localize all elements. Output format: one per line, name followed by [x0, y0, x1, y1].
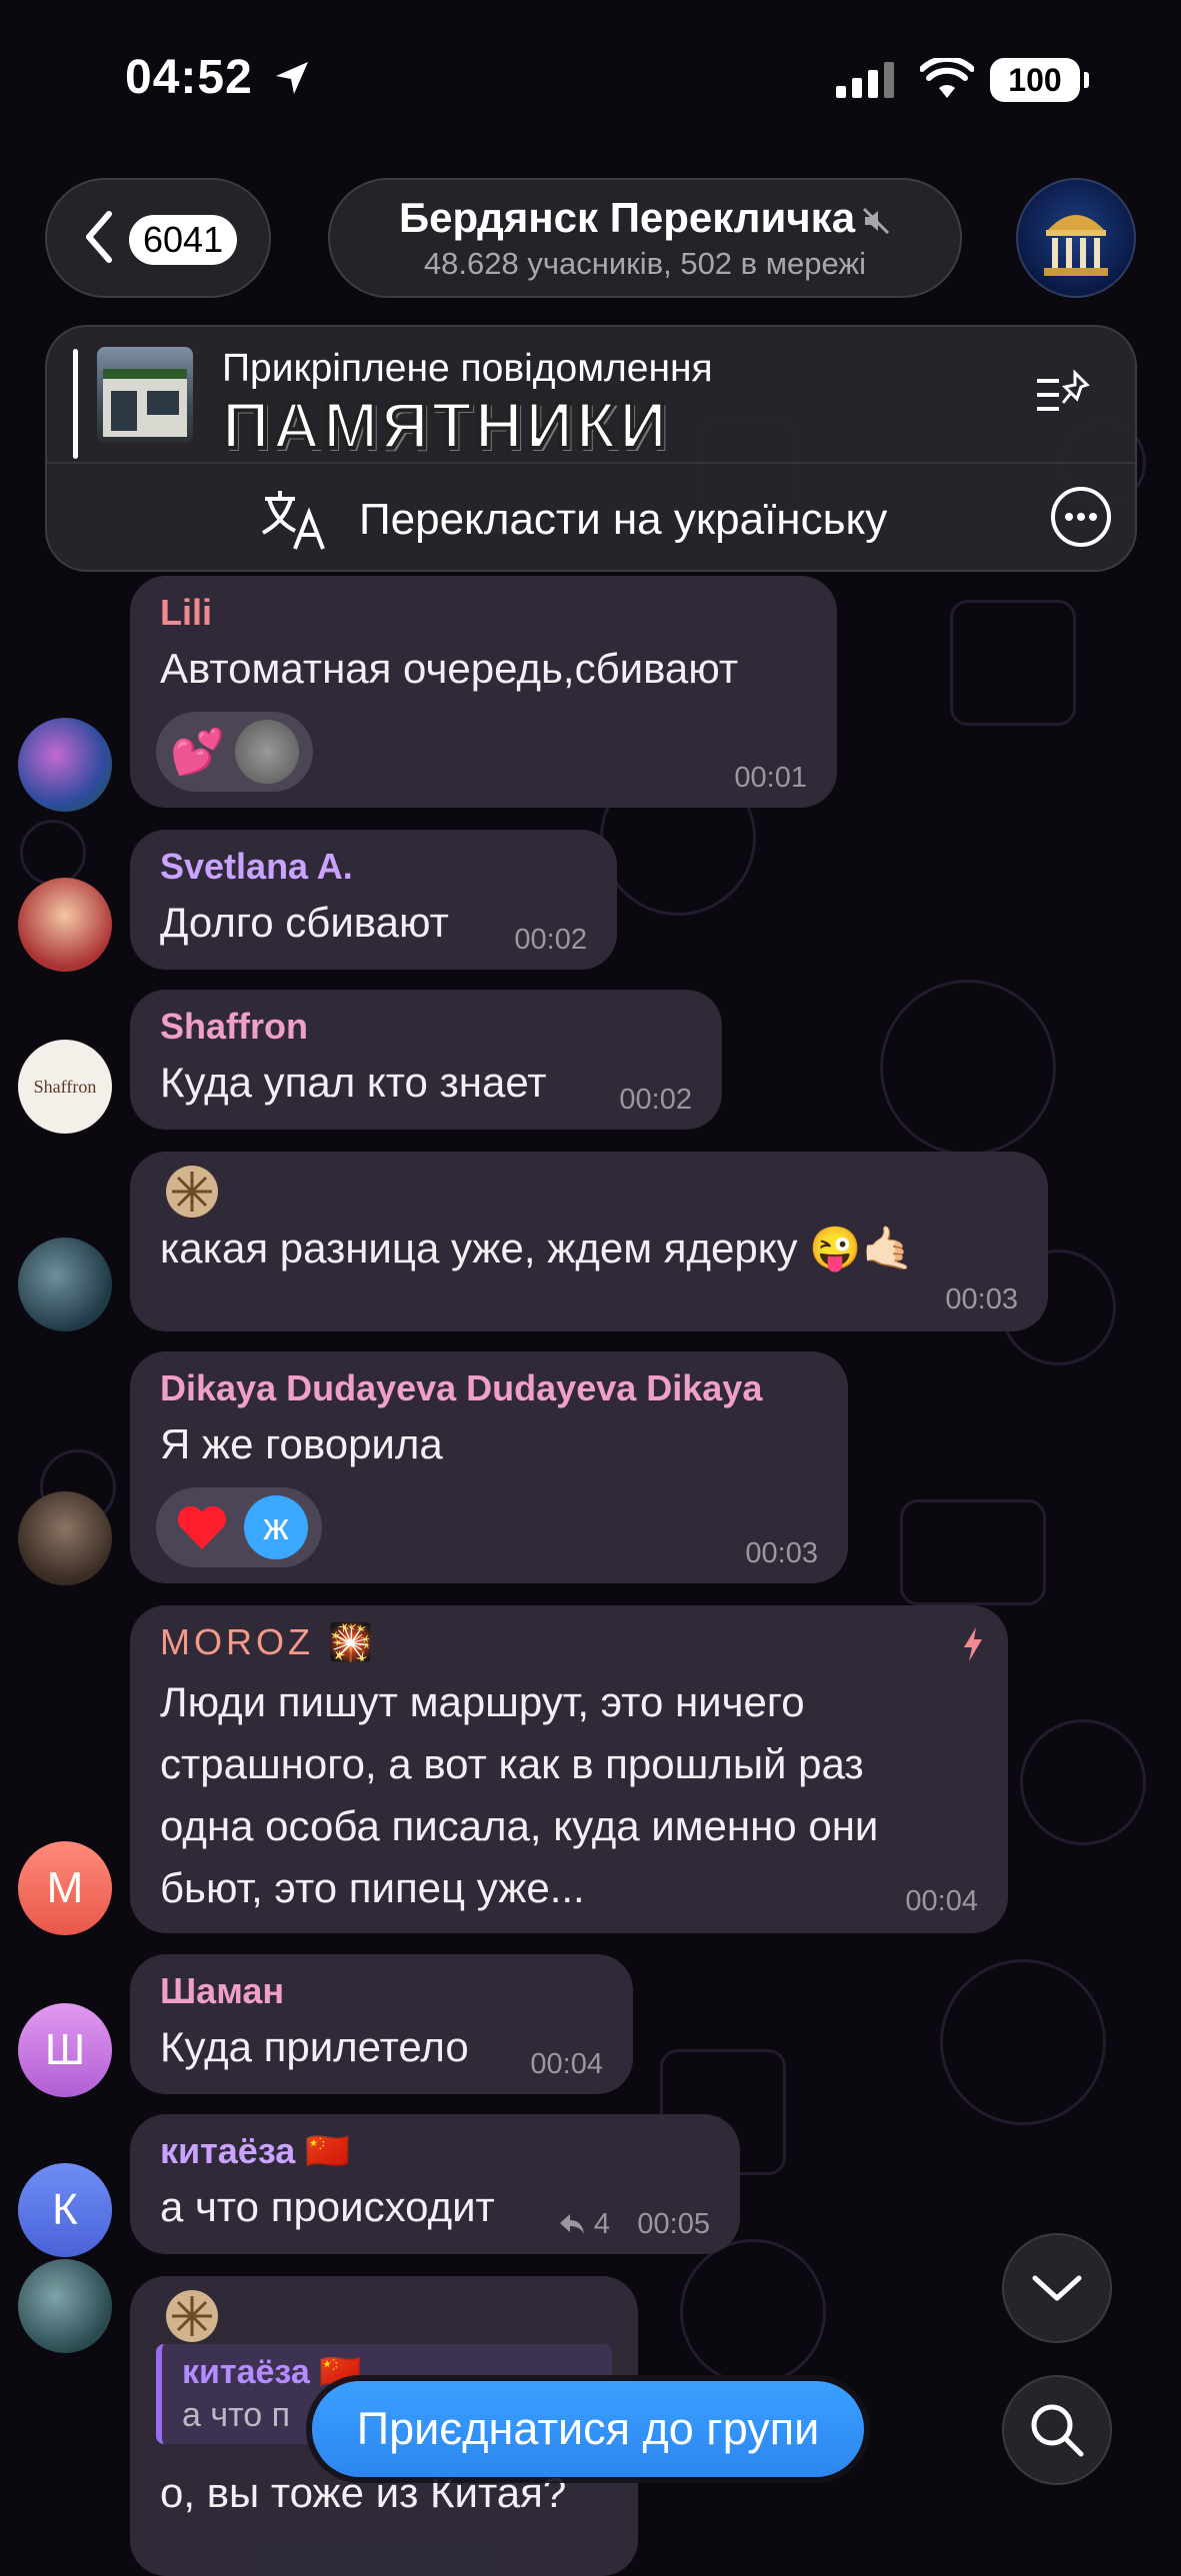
location-arrow-icon: [276, 62, 308, 94]
message-sender: китаёза 🇨🇳: [160, 2130, 350, 2172]
muted-speaker-icon: [862, 207, 890, 234]
search-button[interactable]: [1002, 2375, 1112, 2485]
chat-subtitle: 48.628 учасників, 502 в мережі: [423, 246, 867, 281]
lightning-icon: [964, 1627, 982, 1661]
message-time: 00:02: [514, 924, 587, 956]
message-bubble[interactable]: MOROZ 🎇 Люди пишут маршрут, это ничего с…: [130, 1605, 1008, 1933]
pinned-divider: [47, 462, 1135, 464]
avatar[interactable]: К: [18, 2163, 112, 2257]
quote-sender: китаёза 🇨🇳: [182, 2352, 362, 2392]
rotunda-logo-icon: [1044, 215, 1108, 276]
heart-reaction-icon: [170, 1495, 234, 1559]
join-group-button[interactable]: Приєднатися до групи: [312, 2381, 864, 2477]
message-sender: Shaffron: [160, 1006, 308, 1047]
chevron-down-icon: [1032, 2275, 1082, 2301]
pinned-title: Прикріплене повідомлення: [222, 347, 713, 390]
sender-emoji-status-icon: [166, 1166, 218, 1218]
status-time: 04:52: [125, 51, 253, 104]
message-bubble[interactable]: Шаман Куда прилетело 00:04: [130, 1954, 633, 2094]
message-time: 00:04: [905, 1885, 978, 1917]
unread-count-badge: 6041: [129, 215, 238, 265]
wifi-icon: [920, 58, 974, 98]
message-time: 00:03: [945, 1284, 1018, 1315]
message-bubble[interactable]: Svetlana A. Долго сбивают 00:02: [130, 830, 617, 970]
sender-name: китаёза: [160, 2130, 296, 2171]
message-bubble[interactable]: китаёза 🇨🇳 а что происходит 4 00:05: [130, 2114, 740, 2254]
group-avatar[interactable]: [1016, 178, 1136, 298]
back-button[interactable]: 6041: [45, 178, 271, 298]
quote-text: а что п: [182, 2396, 291, 2434]
message-time: 00:03: [745, 1537, 818, 1569]
avatar[interactable]: [18, 718, 112, 812]
avatar-letter: Ш: [44, 2025, 86, 2074]
chat-title: Бердянск Перекличка: [398, 194, 856, 241]
avatar[interactable]: [18, 1238, 112, 1331]
sender-name: MOROZ: [160, 1621, 314, 1662]
message-time: 00:02: [619, 1084, 692, 1116]
translate-label[interactable]: Перекласти на українську: [359, 495, 887, 545]
message-text: а что происходит: [160, 2183, 495, 2230]
message-bubble[interactable]: Dikaya Dudayeva Dudayeva Dikaya Я же гов…: [130, 1351, 848, 1583]
avatar[interactable]: M: [18, 1841, 112, 1935]
chat-title-header[interactable]: Бердянск Перекличка 48.628 учасників, 50…: [328, 178, 962, 298]
message-line: Люди пишут маршрут, это ничего: [160, 1678, 805, 1725]
message-sender: Svetlana A.: [160, 846, 353, 887]
reply-count[interactable]: 4: [558, 2208, 610, 2241]
battery-indicator: 100: [990, 58, 1089, 102]
message-bubble[interactable]: Shaffron Куда упал кто знает 00:02: [130, 990, 722, 1130]
avatar[interactable]: [18, 1491, 112, 1585]
reactions-row[interactable]: 💕: [156, 712, 313, 792]
china-flag-emoji: 🇨🇳: [305, 2130, 351, 2171]
reply-arrow-icon: [559, 2214, 584, 2234]
message-bubble[interactable]: Lili Автоматная очередь,сбивают 💕 00:01: [130, 576, 837, 808]
avatar[interactable]: [18, 2259, 112, 2353]
message-line: страшного, а вот как в прошлый раз: [160, 1740, 864, 1787]
message-sender: Шаман: [160, 1970, 285, 2011]
avatar-letter: M: [46, 1863, 84, 1912]
translate-icon: [262, 491, 325, 550]
reactor-avatar: [234, 720, 299, 784]
avatar[interactable]: Ш: [18, 2003, 112, 2097]
message-text: Я же говорила: [160, 1420, 443, 1467]
reactor-avatar: ж: [244, 1495, 308, 1559]
message-text: какая разница уже, ждем ядерку 😜🤙🏻: [160, 1225, 914, 1272]
sparkler-emoji: 🎇: [328, 1621, 377, 1662]
chevron-left-icon: [86, 211, 112, 263]
pinned-list-icon[interactable]: [1035, 369, 1095, 419]
pinned-text: ПАМЯТНИКИ: [220, 386, 670, 464]
message-time: 00:05: [637, 2208, 710, 2240]
message-bubble[interactable]: какая разница уже, ждем ядерку 😜🤙🏻 00:03: [130, 1152, 1048, 1331]
status-bar: 04:52 100: [0, 0, 1181, 160]
reply-count-value: 4: [593, 2208, 610, 2240]
scroll-down-button[interactable]: [1002, 2233, 1112, 2343]
avatar-letter: К: [52, 2185, 78, 2234]
message-line: бьют, это пипец уже...: [160, 1864, 585, 1911]
message-time: 00:01: [734, 762, 807, 794]
message-text: Автоматная очередь,сбивают: [160, 645, 739, 692]
reactions-row[interactable]: ж: [156, 1487, 322, 1567]
chat-title-row: Бердянск Перекличка: [330, 194, 960, 242]
message-text: Куда прилетело: [160, 2023, 469, 2070]
pinned-thumbnail: [97, 347, 193, 443]
message-sender: Lili: [160, 592, 212, 633]
quote-sender-name: китаёза: [182, 2353, 310, 2391]
pinned-indicator: [73, 349, 78, 459]
message-text: Долго сбивают: [160, 899, 449, 946]
message-sender: Dikaya Dudayeva Dudayeva Dikaya: [160, 1367, 763, 1408]
avatar[interactable]: [18, 878, 112, 972]
message-text: Куда упал кто знает: [160, 1059, 547, 1106]
sender-emoji-status-icon: [166, 2290, 218, 2342]
pinned-message-bar[interactable]: Прикріплене повідомлення ПАМЯТНИКИ Перек…: [45, 325, 1137, 572]
message-time: 00:04: [530, 2048, 603, 2080]
avatar[interactable]: Shaffron: [18, 1040, 112, 1134]
avatar-text: Shaffron: [33, 1076, 97, 1097]
cellular-signal-icon: [836, 62, 894, 98]
storefront-image-icon: [103, 369, 187, 437]
message-sender: MOROZ 🎇: [160, 1621, 377, 1663]
search-icon: [1031, 2404, 1084, 2457]
reactor-letter: ж: [263, 1505, 289, 1548]
more-options-icon[interactable]: [1049, 485, 1113, 549]
message-line: одна особа писала, куда именно они: [160, 1802, 879, 1849]
red-hearts-emoji: 💕: [170, 728, 225, 777]
